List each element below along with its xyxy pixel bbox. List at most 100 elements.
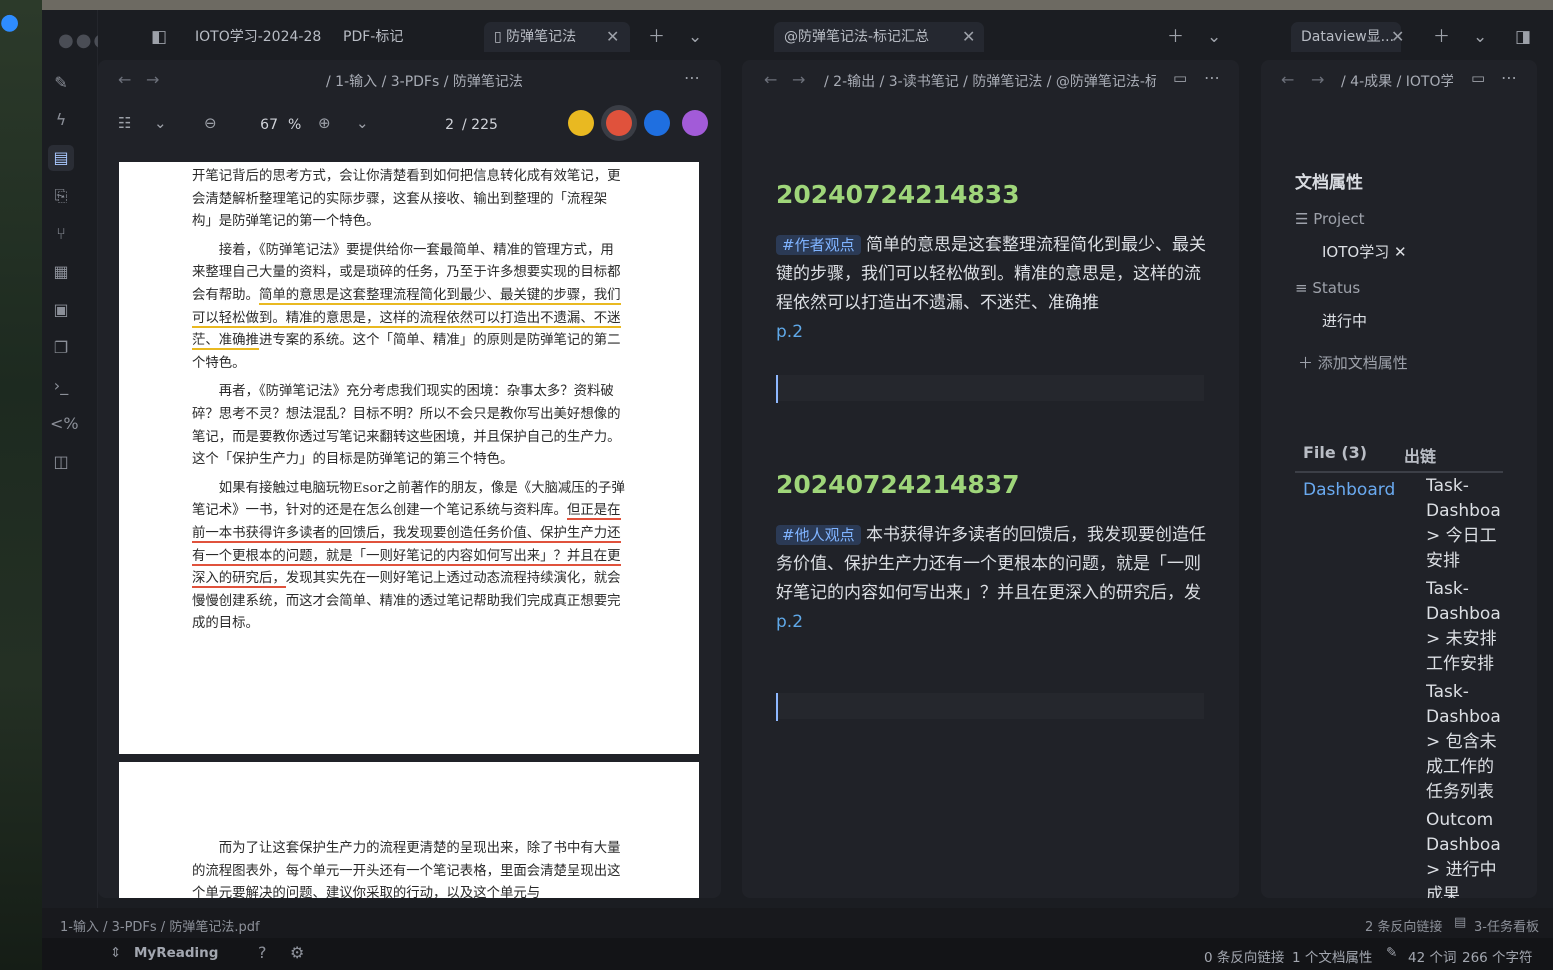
chevron-down-icon[interactable]: ⌄ [356, 114, 369, 132]
more-options-icon[interactable]: ⋯ [1501, 68, 1517, 87]
dashboard-link[interactable]: Dashboard [1303, 480, 1395, 500]
file-export-icon[interactable]: ⎘ [50, 185, 72, 207]
empty-edit-line[interactable] [776, 693, 1204, 721]
prop-status-key[interactable]: ≡ Status [1295, 279, 1360, 297]
highlight-yellow-swatch[interactable] [568, 110, 594, 136]
tab-ioto[interactable]: IOTO学习-2024-28 [195, 22, 321, 52]
prop-status-value[interactable]: 进行中 [1322, 310, 1367, 331]
zoom-unit: % [288, 117, 302, 133]
back-arrow-icon[interactable]: ← [118, 70, 131, 89]
breadcrumb[interactable]: / 2-输出 / 3-读书笔记 / 防弹笔记法 / @防弹笔记法-标 [824, 71, 1156, 91]
outline-item[interactable]: Task- Dashboa > 今日工 安排 [1426, 474, 1506, 574]
chevron-down-icon[interactable]: ⌄ [1207, 22, 1221, 52]
properties-pane: ← → / 4-成果 / IOTO学 ▭ ⋯ 文档属性 ☰ Project IO… [1261, 60, 1537, 898]
right-sidebar-toggle-icon[interactable]: ◨ [1515, 22, 1531, 52]
prop-project-value[interactable]: IOTO学习 ✕ [1322, 241, 1407, 262]
forward-arrow-icon[interactable]: → [792, 70, 805, 89]
reading-mode-icon[interactable]: ▭ [1471, 69, 1485, 87]
outline-item[interactable]: Task- Dashboa > 未安排 工作安排 [1426, 577, 1506, 677]
tag-author-view[interactable]: #作者观点 [776, 235, 861, 255]
outline-line: 安排 [1426, 551, 1460, 571]
highlight-red-swatch[interactable] [606, 110, 632, 136]
back-arrow-icon[interactable]: ← [764, 70, 777, 89]
outline-item[interactable]: Task- Dashboa > 包含未 成工作的 任务列表 [1426, 680, 1506, 805]
page-link[interactable]: p.2 [776, 612, 803, 632]
tab-close-icon[interactable]: ✕ [962, 22, 975, 52]
highlight-blue-swatch[interactable] [644, 110, 670, 136]
layout-icon[interactable]: ◫ [50, 451, 72, 473]
breadcrumb[interactable]: / 1-输入 / 3-PDFs / 防弹笔记法 [326, 71, 523, 91]
calendar-icon[interactable]: ▣ [50, 299, 72, 321]
prop-project-key[interactable]: ☰ Project [1295, 210, 1365, 228]
desktop-glyph: ● [0, 10, 20, 35]
sidebar-toggle-icon[interactable]: ◧ [151, 22, 167, 52]
copy-icon[interactable]: ❐ [50, 337, 72, 359]
backlinks-count[interactable]: 2 条反向链接 [1365, 916, 1442, 935]
tab-pdf-marks[interactable]: PDF-标记 [343, 22, 403, 52]
chevron-down-icon[interactable]: ⌄ [154, 114, 167, 132]
back-arrow-icon[interactable]: ← [1281, 70, 1294, 89]
file-icon: ▯ [494, 29, 502, 45]
forward-arrow-icon[interactable]: → [1311, 70, 1324, 89]
new-tab-icon[interactable]: ＋ [648, 22, 665, 52]
chevron-down-icon[interactable]: ⌄ [1473, 22, 1487, 52]
template-code-icon[interactable]: <% [50, 413, 79, 435]
tab-notes-summary[interactable]: @防弹笔记法-标记汇总 [774, 22, 984, 52]
terminal-icon[interactable]: ›_ [50, 375, 72, 397]
more-options-icon[interactable]: ⋯ [684, 68, 700, 87]
outline-line: > 未安排 [1426, 629, 1497, 649]
new-tab-icon[interactable]: ＋ [1167, 22, 1184, 52]
settings-gear-icon[interactable]: ⚙ [290, 943, 304, 962]
tag-others-view[interactable]: #他人观点 [776, 525, 861, 545]
zoom-out-icon[interactable]: ⊖ [204, 114, 217, 132]
zoom-in-icon[interactable]: ⊕ [318, 114, 331, 132]
page-total: / 225 [462, 117, 498, 133]
pencil-icon[interactable]: ✎ [1386, 945, 1397, 961]
note-heading: 20240724214837 [776, 470, 1020, 499]
lightning-icon[interactable]: ϟ [50, 109, 72, 131]
properties-count[interactable]: 1 个文档属性 [1292, 946, 1372, 966]
outline-item[interactable]: Outcom Dashboa > 进行中 成果 [1426, 808, 1506, 898]
more-options-icon[interactable]: ⋯ [1204, 68, 1220, 87]
tabbar-right: Dataview显... ✕ ＋ ⌄ ◨ [1257, 10, 1553, 60]
new-tab-icon[interactable]: ＋ [1433, 22, 1450, 52]
highlight-purple-swatch[interactable] [682, 110, 708, 136]
plus-icon: ＋ [1298, 354, 1314, 372]
git-branch-icon[interactable]: ⑂ [50, 223, 72, 245]
grid-icon[interactable]: ▦ [50, 261, 72, 283]
file-path[interactable]: 1-输入 / 3-PDFs / 防弹笔记法.pdf [60, 916, 260, 935]
vault-name[interactable]: MyReading [134, 945, 218, 961]
note-pane-header: ← → / 2-输出 / 3-读书笔记 / 防弹笔记法 / @防弹笔记法-标 ▭… [742, 60, 1239, 100]
list-icon: ☰ [1295, 210, 1309, 228]
chevron-down-icon[interactable]: ⌄ [688, 22, 702, 52]
brush-icon[interactable]: ✎ [50, 72, 72, 94]
tab-close-icon[interactable]: ✕ [1391, 22, 1404, 52]
clipboard-icon[interactable]: ▤ [48, 145, 74, 171]
tab-close-icon[interactable]: ✕ [606, 22, 619, 52]
pdf-page-1: 开笔记背后的思考方式，会让你清楚看到如何把信息转化成有效笔记，更会清楚解析整理笔… [119, 162, 699, 754]
breadcrumb[interactable]: / 4-成果 / IOTO学 [1341, 71, 1453, 91]
forward-arrow-icon[interactable]: → [146, 70, 159, 89]
pdf-pane: ← → / 1-输入 / 3-PDFs / 防弹笔记法 ⋯ ☷ ⌄ ⊖ 67 %… [98, 60, 721, 898]
tab-file[interactable]: File (3) [1303, 443, 1367, 462]
empty-edit-line[interactable] [776, 375, 1204, 403]
zoom-input[interactable]: 67 [246, 112, 278, 138]
sidebar-list-icon[interactable]: ☷ [118, 114, 131, 132]
outline-list: Task- Dashboa > 今日工 安排 Task- Dashboa > 未… [1426, 474, 1506, 898]
help-icon[interactable]: ? [258, 943, 267, 962]
add-property-button[interactable]: ＋ 添加文档属性 [1298, 352, 1408, 373]
outline-line: Task- [1426, 579, 1469, 599]
tabbar-middle: @防弹笔记法-标记汇总 ✕ ＋ ⌄ [742, 10, 1240, 60]
reading-mode-icon[interactable]: ▭ [1173, 69, 1187, 87]
tab-dataview[interactable]: Dataview显... [1291, 22, 1401, 52]
page-input[interactable]: 2 [418, 112, 454, 138]
kanban-label[interactable]: 3-任务看板 [1474, 916, 1539, 935]
backlinks-count[interactable]: 0 条反向链接 [1204, 946, 1284, 966]
word-count: 42 个词 [1408, 950, 1457, 966]
outline-line: 成果 [1426, 885, 1460, 898]
vault-switcher-icon[interactable]: ⇕ [110, 945, 121, 961]
prop-key-label: Status [1312, 279, 1361, 297]
remove-icon[interactable]: ✕ [1394, 243, 1407, 261]
tab-outlinks[interactable]: 出链 [1404, 443, 1436, 467]
page-link[interactable]: p.2 [776, 322, 803, 342]
